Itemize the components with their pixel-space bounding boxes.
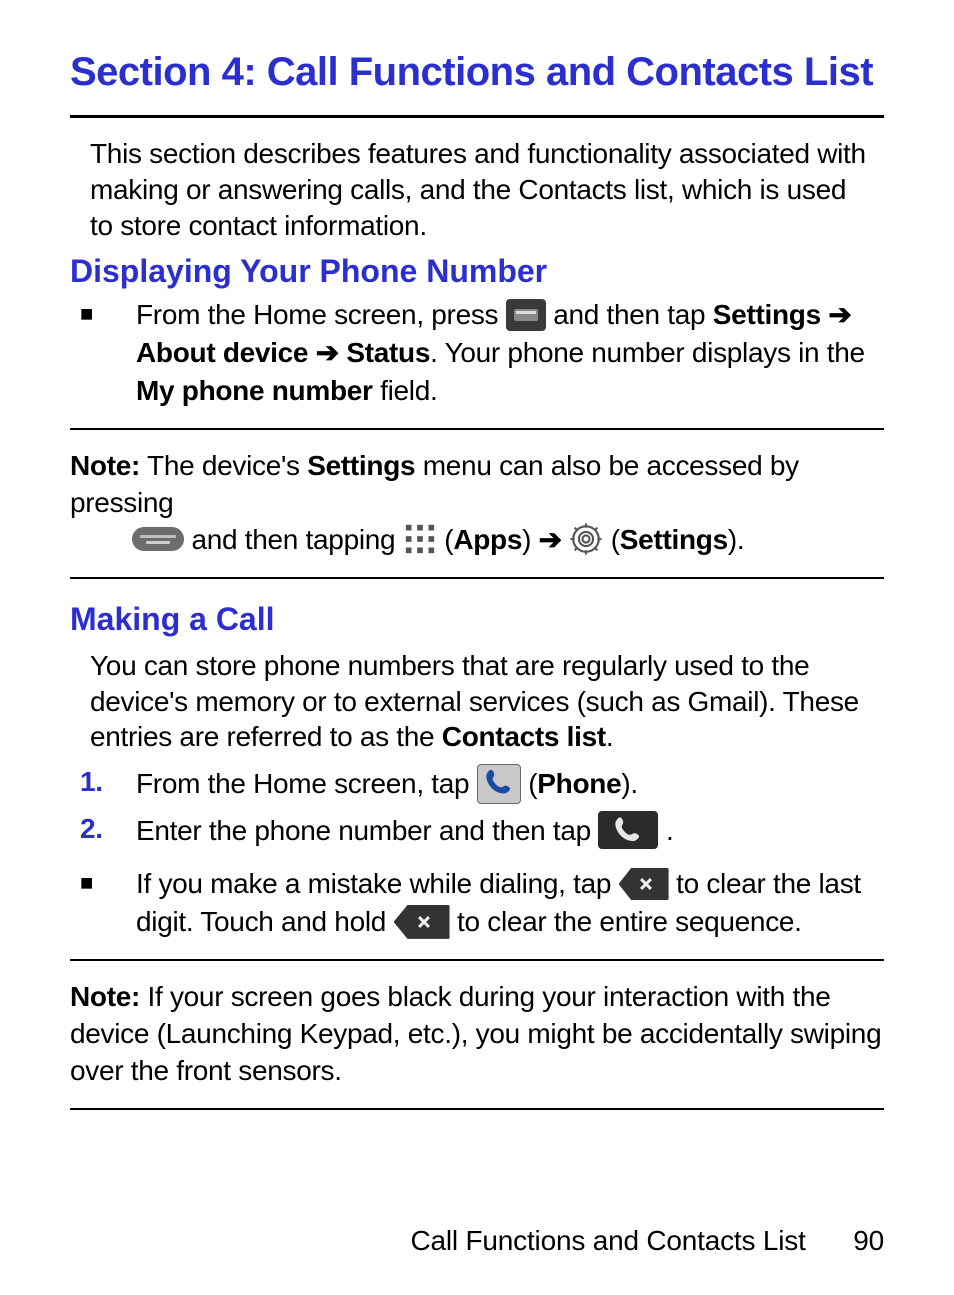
text: ). [621,768,638,799]
label-phone-app: Phone [537,768,621,799]
text: to clear the entire sequence. [457,906,802,937]
note-label: Note: [70,981,140,1012]
subhead-making-a-call: Making a Call [70,601,884,638]
text: If you make a mistake while dialing, tap [136,868,619,899]
gear-icon [569,522,603,556]
text: and then tap [553,299,713,330]
text: ). [728,524,745,555]
label-apps: Apps [453,524,522,555]
arrow-icon: ➔ [539,524,570,555]
phone-app-icon [477,764,521,804]
section-title: Section 4: Call Functions and Contacts L… [70,50,884,95]
text: . Your phone number displays in the [430,337,865,368]
rule [70,428,884,430]
text: From the Home screen, tap [136,768,477,799]
note-label: Note: [70,450,140,481]
label-contacts-list: Contacts list [442,721,606,752]
text: . [666,815,673,846]
text: ( [444,524,453,555]
label-my-phone-number: My phone number [136,375,373,406]
text: If your screen goes black during your in… [70,981,881,1086]
making-call-intro: You can store phone numbers that are reg… [80,648,874,755]
list-item: 2. Enter the phone number and then tap . [70,812,884,852]
arrow-icon: ➔ [316,337,347,368]
text: . [606,721,613,752]
page-number: 90 [853,1225,884,1257]
list-item: ■ From the Home screen, press and then t… [70,296,884,409]
arrow-icon: ➔ [828,299,851,330]
label-status: Status [346,337,430,368]
label-settings: Settings [620,524,728,555]
text: ) [522,524,531,555]
title-rule [70,115,884,118]
bullet-marker: ■ [70,865,136,901]
rule [70,959,884,961]
text: field. [373,375,438,406]
manual-page: Section 4: Call Functions and Contacts L… [0,0,954,1295]
page-footer: Call Functions and Contacts List 90 [411,1225,884,1257]
apps-grid-icon [403,522,437,556]
display-number-list: ■ From the Home screen, press and then t… [70,296,884,409]
subhead-display-number: Displaying Your Phone Number [70,253,884,290]
intro-paragraph: This section describes features and func… [80,136,874,243]
text: ( [611,524,620,555]
number-marker: 2. [70,812,136,846]
call-button-icon [598,811,658,849]
label-about-device: About device [136,337,308,368]
text: ( [528,768,537,799]
text: and then tapping [191,524,402,555]
note-settings-access: Note: The device's Settings menu can als… [70,448,884,579]
backspace-icon [394,905,450,939]
text: The device's [140,450,307,481]
list-item: 1. From the Home screen, tap (Phone). [70,765,884,806]
text: From the Home screen, press [136,299,506,330]
making-call-steps: 1. From the Home screen, tap (Phone). 2.… [70,765,884,941]
number-marker: 1. [70,765,136,799]
bullet-marker: ■ [70,296,136,332]
label-settings: Settings [307,450,415,481]
text: Enter the phone number and then tap [136,815,598,846]
label-settings: Settings [713,299,821,330]
home-key-icon [132,527,184,551]
menu-key-icon [506,299,546,331]
footer-title: Call Functions and Contacts List [411,1225,806,1256]
note-black-screen: Note: If your screen goes black during y… [70,979,884,1110]
backspace-icon [619,868,669,900]
list-item: ■ If you make a mistake while dialing, t… [70,865,884,941]
